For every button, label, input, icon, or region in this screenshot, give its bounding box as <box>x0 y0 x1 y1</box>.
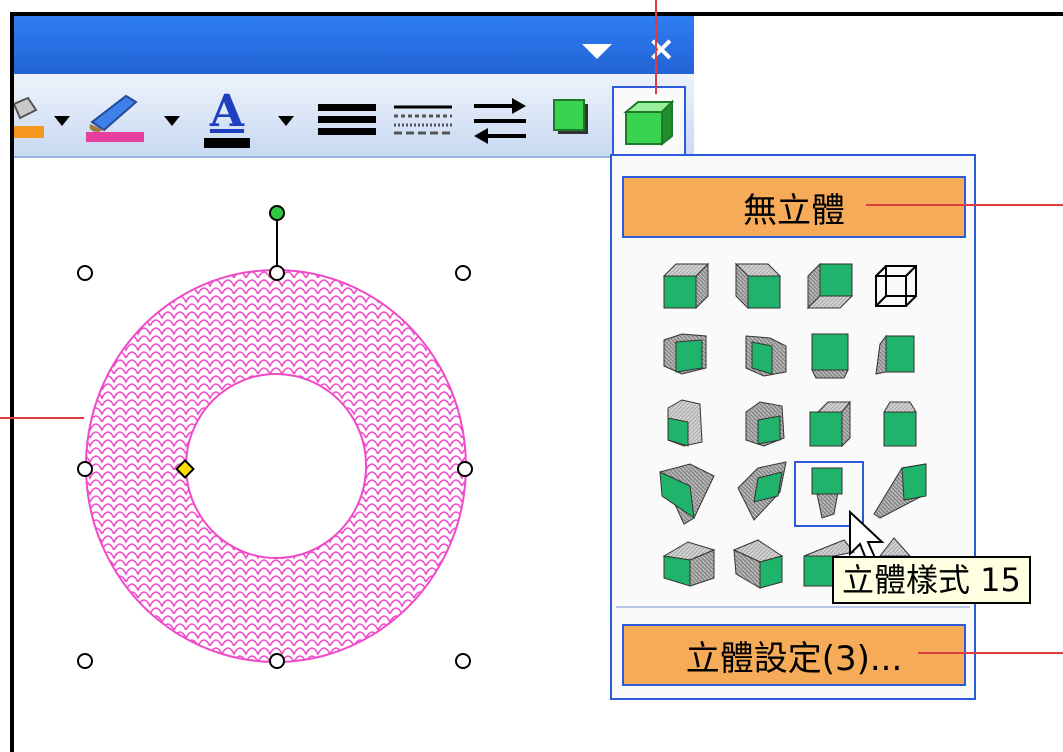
callout-line-no-3d <box>866 204 1063 206</box>
3d-icon <box>623 99 675 146</box>
3d-style-6[interactable] <box>745 335 787 377</box>
fill-color-dropdown-icon[interactable] <box>54 116 70 126</box>
no-3d-button[interactable]: 無立體 <box>622 176 966 238</box>
3d-style-grid <box>659 262 927 589</box>
font-color-dropdown-icon[interactable] <box>278 116 294 126</box>
font-color-icon[interactable]: A <box>202 86 252 148</box>
callout-line-3d-button <box>655 0 657 94</box>
resize-handle-bottom[interactable] <box>269 653 285 669</box>
resize-handle-bottom-right[interactable] <box>455 653 471 669</box>
resize-handle-top-right[interactable] <box>455 265 471 281</box>
line-color-dropdown-icon[interactable] <box>164 116 180 126</box>
3d-style-9[interactable] <box>667 399 703 447</box>
3d-style-2[interactable] <box>734 262 782 310</box>
rotate-handle[interactable] <box>269 205 285 221</box>
3d-style-7[interactable] <box>811 333 849 379</box>
3d-settings-button[interactable]: 立體設定(3)... <box>622 624 966 686</box>
donut-shape[interactable] <box>78 262 478 672</box>
triangle-down-icon[interactable] <box>582 44 612 59</box>
callout-line-settings <box>918 652 1063 654</box>
3d-style-13[interactable] <box>659 463 715 525</box>
resize-handle-bottom-left[interactable] <box>77 653 93 669</box>
resize-handle-right[interactable] <box>457 461 473 477</box>
3d-style-3[interactable] <box>806 262 854 310</box>
resize-handle-left[interactable] <box>77 461 93 477</box>
style-tooltip: 立體樣式 15 <box>832 556 1031 604</box>
line-style-icon[interactable] <box>318 102 378 138</box>
arrow-style-icon[interactable] <box>470 96 530 146</box>
3d-style-8[interactable] <box>875 334 915 375</box>
3d-style-12[interactable] <box>883 401 917 447</box>
3d-style-4[interactable] <box>875 265 917 307</box>
3d-style-1[interactable] <box>662 262 710 310</box>
resize-handle-top[interactable] <box>269 265 285 281</box>
3d-style-10[interactable] <box>745 401 785 447</box>
3d-style-18[interactable] <box>732 539 784 589</box>
x-icon[interactable]: × <box>647 32 676 66</box>
callout-line-shape <box>0 417 84 419</box>
line-color-icon[interactable] <box>86 92 146 144</box>
menu-separator <box>616 606 970 608</box>
dash-style-icon[interactable] <box>394 102 454 138</box>
resize-handle-top-left[interactable] <box>77 265 93 281</box>
fill-color-icon[interactable] <box>14 96 48 142</box>
3d-style-5[interactable] <box>663 333 707 375</box>
3d-style-11[interactable] <box>809 400 852 448</box>
3d-style-17[interactable] <box>662 541 716 587</box>
shadow-icon[interactable] <box>552 98 592 138</box>
3d-style-14[interactable] <box>737 461 787 521</box>
